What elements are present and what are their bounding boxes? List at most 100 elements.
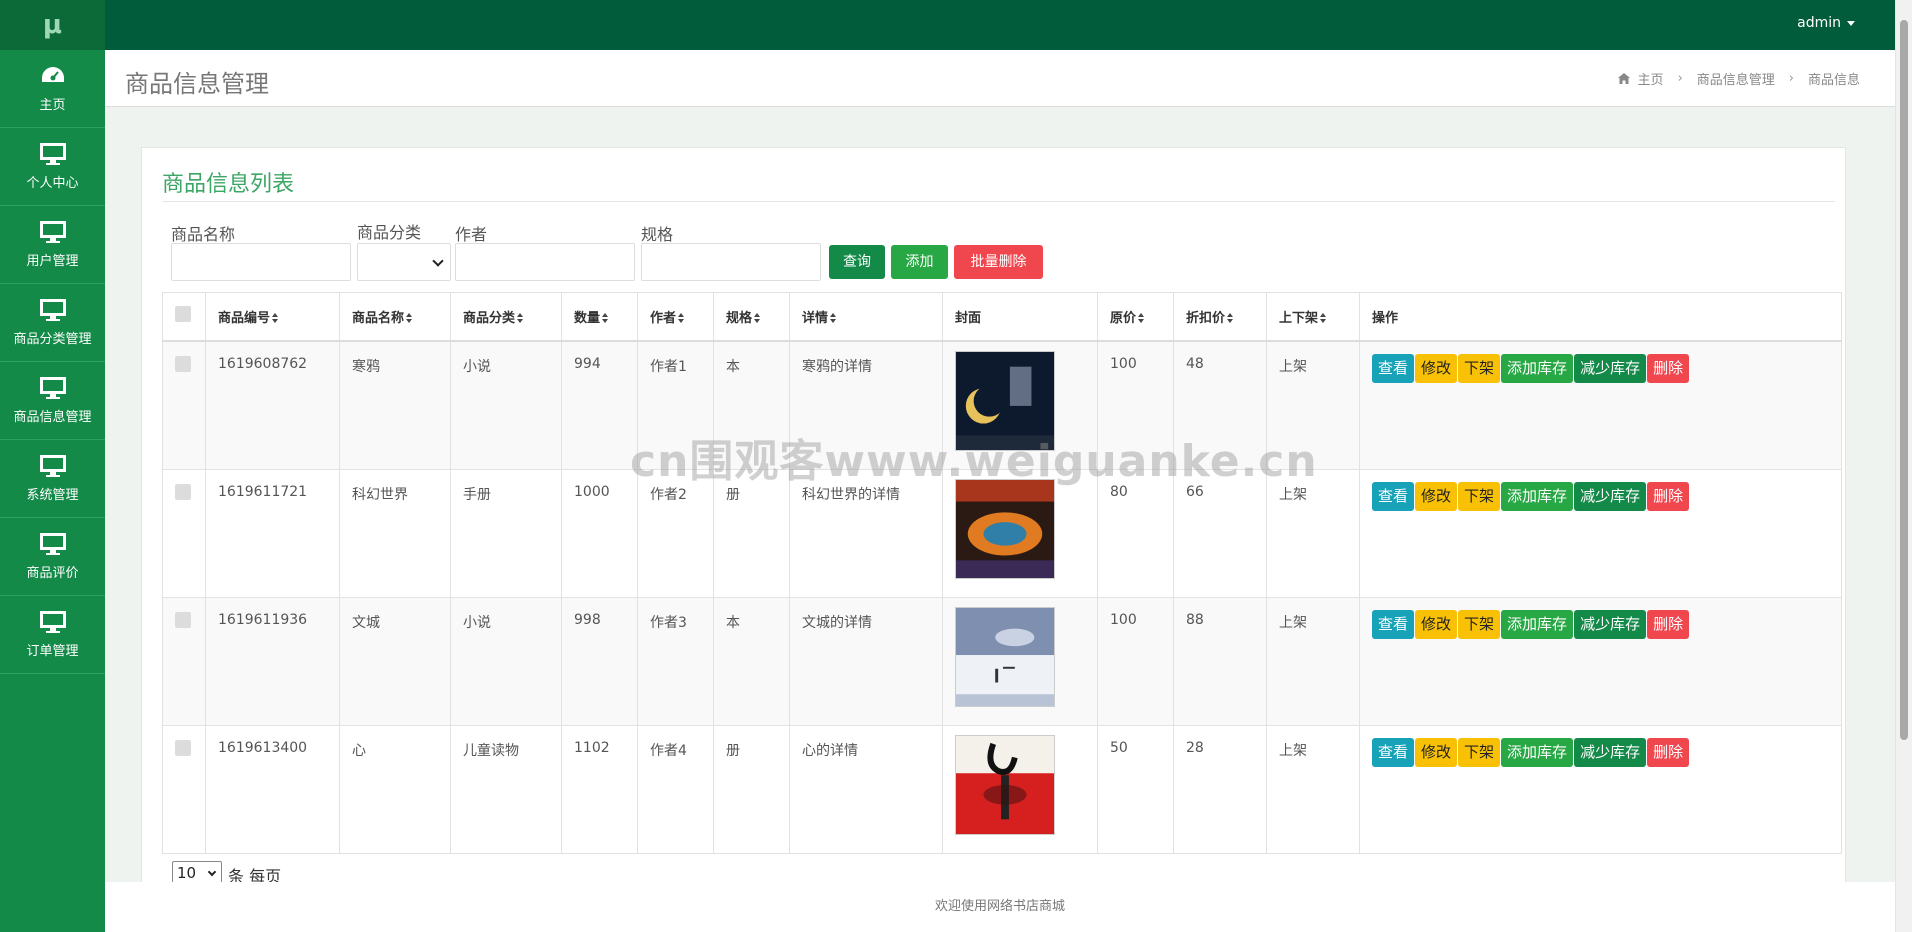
take-down-button[interactable]: 下架 (1458, 353, 1501, 383)
monitor-icon (39, 143, 66, 165)
delete-button[interactable]: 删除 (1647, 481, 1690, 511)
header-label: 折扣价 (1186, 310, 1226, 326)
column-header[interactable]: 商品编号 (205, 292, 340, 342)
sidebar-item-reviews[interactable]: 商品评价 (0, 518, 105, 596)
sort-icon (406, 313, 413, 324)
sort-icon (517, 313, 524, 324)
cell-name: 寒鸦 (339, 340, 451, 470)
cell-price: 100 (1097, 596, 1174, 726)
sidebar-item-system[interactable]: 系统管理 (0, 440, 105, 518)
breadcrumb-section[interactable]: 商品信息管理 (1697, 69, 1775, 88)
monitor-icon (39, 533, 66, 555)
take-down-button[interactable]: 下架 (1458, 737, 1501, 767)
sidebar-item-profile[interactable]: 个人中心 (0, 128, 105, 206)
category-select[interactable] (357, 243, 451, 281)
cell-discount: 88 (1173, 596, 1267, 726)
edit-button[interactable]: 修改 (1415, 737, 1458, 767)
product-name-input[interactable] (171, 243, 351, 281)
column-header[interactable]: 作者 (637, 292, 714, 342)
column-header[interactable]: 数量 (561, 292, 638, 342)
author-input[interactable] (455, 243, 635, 281)
add-stock-button[interactable]: 添加库存 (1501, 609, 1574, 639)
reduce-stock-button[interactable]: 减少库存 (1574, 353, 1647, 383)
header-label: 作者 (650, 310, 677, 326)
vertical-scrollbar[interactable] (1895, 0, 1912, 932)
sidebar-item-products[interactable]: 商品信息管理 (0, 362, 105, 440)
add-stock-button[interactable]: 添加库存 (1501, 481, 1574, 511)
view-button[interactable]: 查看 (1372, 481, 1415, 511)
reduce-stock-button[interactable]: 减少库存 (1574, 609, 1647, 639)
cell-price: 50 (1097, 724, 1174, 854)
column-header[interactable]: 折扣价 (1173, 292, 1267, 342)
column-header[interactable]: 商品名称 (339, 292, 451, 342)
add-button[interactable]: 添加 (891, 245, 948, 279)
sidebar-item-users[interactable]: 用户管理 (0, 206, 105, 284)
cell-category: 小说 (450, 596, 562, 726)
reduce-stock-button[interactable]: 减少库存 (1574, 737, 1647, 767)
select-all-header (162, 292, 206, 342)
category-label: 商品分类 (357, 223, 422, 242)
table-header-row: 商品编号 商品名称 商品分类 数量 作者 规格 详情 封面 原价 折扣价 上下架… (162, 292, 1842, 342)
sidebar-item-label: 商品信息管理 (13, 410, 92, 425)
sidebar-item-label: 用户管理 (26, 254, 79, 269)
row-checkbox[interactable] (175, 483, 191, 500)
view-button[interactable]: 查看 (1372, 609, 1415, 639)
monitor-icon (39, 377, 66, 399)
user-menu[interactable]: admin (1797, 15, 1855, 31)
row-checkbox[interactable] (175, 611, 191, 628)
select-all-checkbox[interactable] (175, 306, 191, 323)
take-down-button[interactable]: 下架 (1458, 481, 1501, 511)
column-header[interactable]: 规格 (713, 292, 790, 342)
sidebar-item-label: 个人中心 (26, 176, 79, 191)
delete-button[interactable]: 删除 (1647, 737, 1690, 767)
page-size-value: 10 (177, 864, 197, 882)
row-checkbox[interactable] (175, 355, 191, 372)
chevron-down-icon (432, 255, 444, 267)
delete-button[interactable]: 删除 (1647, 353, 1690, 383)
add-stock-button[interactable]: 添加库存 (1501, 737, 1574, 767)
sidebar-item-categories[interactable]: 商品分类管理 (0, 284, 105, 362)
panel-title: 商品信息列表 (162, 172, 295, 197)
sort-icon (754, 313, 761, 324)
cell-id: 1619613400 (205, 724, 340, 854)
sidebar-item-orders[interactable]: 订单管理 (0, 596, 105, 674)
take-down-button[interactable]: 下架 (1458, 609, 1501, 639)
cell-qty: 1000 (561, 468, 638, 598)
view-button[interactable]: 查看 (1372, 737, 1415, 767)
row-checkbox[interactable] (175, 739, 191, 756)
header-label: 商品名称 (352, 310, 405, 326)
column-header[interactable]: 详情 (789, 292, 943, 342)
home-icon (1617, 73, 1630, 84)
search-button[interactable]: 查询 (829, 245, 885, 279)
scrollbar-thumb[interactable] (1900, 20, 1908, 740)
reduce-stock-button[interactable]: 减少库存 (1574, 481, 1647, 511)
column-header[interactable]: 上下架 (1266, 292, 1360, 342)
breadcrumb-home[interactable]: 主页 (1638, 69, 1664, 88)
cell-cover (942, 596, 1098, 726)
header-label: 详情 (802, 310, 829, 326)
row-select-cell (162, 468, 206, 598)
column-header[interactable]: 商品分类 (450, 292, 562, 342)
cell-status: 上架 (1266, 596, 1360, 726)
sidebar-item-home[interactable]: 主页 (0, 50, 105, 128)
header-label: 规格 (726, 310, 753, 326)
logo: μ (0, 0, 105, 50)
batch-delete-button[interactable]: 批量删除 (954, 245, 1043, 279)
sort-icon (602, 313, 609, 324)
cell-category: 儿童读物 (450, 724, 562, 854)
edit-button[interactable]: 修改 (1415, 609, 1458, 639)
column-header[interactable]: 原价 (1097, 292, 1174, 342)
spec-input[interactable] (641, 243, 821, 281)
cell-author: 作者4 (637, 724, 714, 854)
edit-button[interactable]: 修改 (1415, 353, 1458, 383)
cell-cover (942, 724, 1098, 854)
author-label: 作者 (455, 225, 488, 244)
delete-button[interactable]: 删除 (1647, 609, 1690, 639)
sidebar-item-label: 系统管理 (26, 488, 79, 503)
edit-button[interactable]: 修改 (1415, 481, 1458, 511)
cell-name: 文城 (339, 596, 451, 726)
top-bar: admin (105, 0, 1895, 50)
cell-actions: 查看 修改 下架 添加库存 减少库存 删除 (1359, 596, 1842, 726)
view-button[interactable]: 查看 (1372, 353, 1415, 383)
add-stock-button[interactable]: 添加库存 (1501, 353, 1574, 383)
